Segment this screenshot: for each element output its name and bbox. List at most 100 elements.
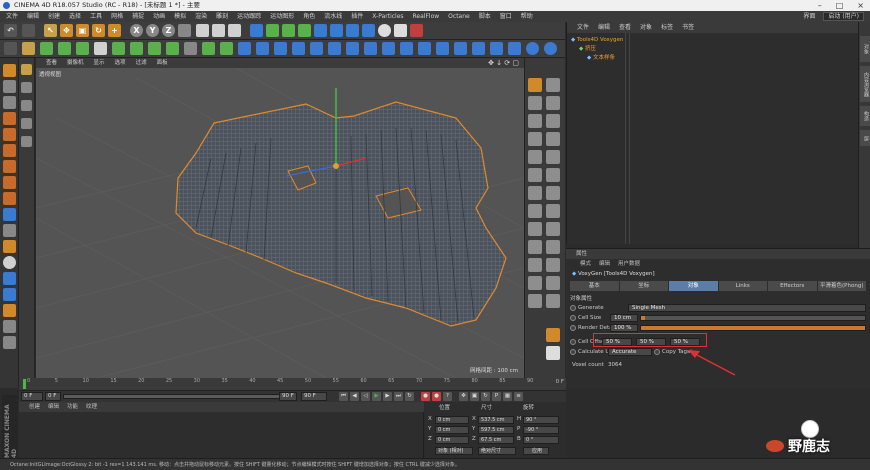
tool-slot-16[interactable] [546, 204, 560, 218]
shelf-icon-11[interactable] [184, 42, 197, 55]
calculate-uv-anim-dot[interactable] [570, 349, 576, 355]
loop-button[interactable]: ↻ [405, 392, 414, 401]
side-tab-objects[interactable]: 对象 [860, 36, 870, 62]
menu-animate[interactable]: 动画 [153, 11, 165, 22]
voxel-mesh[interactable] [175, 101, 507, 327]
transform-icon[interactable]: + [108, 24, 121, 37]
undo-icon[interactable]: ↶ [4, 24, 17, 37]
menu-create[interactable]: 创建 [48, 11, 60, 22]
menu-sculpt[interactable]: 雕刻 [216, 11, 228, 22]
shelf-icon-17[interactable] [292, 42, 305, 55]
lock-workplane-icon[interactable] [3, 272, 16, 285]
mat-menu-texture[interactable]: 纹理 [86, 402, 97, 412]
shelf-icon-19[interactable] [328, 42, 341, 55]
shelf-icon-14[interactable] [238, 42, 251, 55]
menu-window[interactable]: 窗口 [500, 11, 512, 22]
tab-basic[interactable]: 基本 [570, 281, 619, 291]
move-icon[interactable]: ✥ [60, 24, 73, 37]
brush-icon[interactable] [21, 82, 32, 93]
shelf-icon-2[interactable] [22, 42, 35, 55]
object-row-extrude[interactable]: ◆ 挤压 [579, 45, 596, 53]
attr-user-data[interactable]: 用户数据 [618, 259, 640, 269]
render-detail-field[interactable]: 100 % [610, 324, 638, 332]
viewport-menu-display[interactable]: 显示 [94, 58, 105, 68]
array-icon[interactable] [298, 24, 311, 37]
key-position-button[interactable]: ✥ [459, 392, 468, 401]
tab-links[interactable]: Links [718, 281, 767, 291]
copy-tags-anim-dot[interactable] [654, 349, 660, 355]
end-frame-field[interactable]: 90 F [301, 392, 327, 401]
auto-key-button[interactable]: ● [432, 392, 441, 401]
shelf-icon-16[interactable] [274, 42, 287, 55]
tool-slot-24[interactable] [546, 276, 560, 290]
shelf-icon-23[interactable] [400, 42, 413, 55]
maximize-button[interactable]: □ [836, 0, 844, 11]
key-rotation-button[interactable]: ↻ [481, 392, 490, 401]
shelf-icon-26[interactable] [454, 42, 467, 55]
om-menu-edit[interactable]: 编辑 [598, 22, 610, 33]
menu-help[interactable]: 帮助 [521, 11, 533, 22]
redo-icon[interactable] [22, 24, 35, 37]
subdivision-icon[interactable] [282, 24, 295, 37]
tool-slot-27[interactable] [546, 328, 560, 342]
shelf-icon-20[interactable] [346, 42, 359, 55]
realflow-icon[interactable] [410, 24, 423, 37]
render-picture-viewer-icon[interactable] [212, 24, 225, 37]
tool-slot-17[interactable] [528, 222, 542, 236]
tool-slot-3[interactable] [528, 96, 542, 110]
floor-icon[interactable] [362, 24, 375, 37]
tool-slot-13[interactable] [528, 186, 542, 200]
pen-spline-icon[interactable] [266, 24, 279, 37]
shelf-icon-12[interactable] [202, 42, 215, 55]
menu-mograph[interactable]: 运动图形 [270, 11, 294, 22]
solo-icon[interactable] [3, 256, 16, 269]
tool-slot-21[interactable] [528, 258, 542, 272]
key-scale-button[interactable]: ▣ [470, 392, 479, 401]
render-detail-anim-dot[interactable] [570, 325, 576, 331]
preview-range-slider[interactable] [63, 394, 293, 399]
om-menu-objects[interactable]: 对象 [640, 22, 652, 33]
play-backward-button[interactable]: ◁ [361, 392, 370, 401]
light-icon[interactable] [378, 24, 391, 37]
uv-mode-icon[interactable] [3, 192, 16, 205]
menu-xparticles[interactable]: X-Particles [372, 11, 403, 22]
timeline-ruler[interactable]: 0 5 10 15 20 25 30 35 40 45 50 55 60 65 70 75 80 85 90 0 F [19, 378, 566, 390]
menu-tools[interactable]: 工具 [90, 11, 102, 22]
octane-icon[interactable] [394, 24, 407, 37]
om-menu-bookmarks[interactable]: 书签 [682, 22, 694, 33]
axis-mode-icon[interactable] [3, 208, 16, 221]
shelf-icon-3[interactable] [40, 42, 53, 55]
environment-icon[interactable] [330, 24, 343, 37]
close-button[interactable]: × [857, 0, 864, 11]
tool-slot-23[interactable] [528, 276, 542, 290]
tool-slot-15[interactable] [528, 204, 542, 218]
tool-slot-25[interactable] [528, 294, 542, 308]
viewport-menu-panel[interactable]: 面板 [157, 58, 168, 68]
coord-size-select[interactable]: 绝对尺寸 [478, 447, 516, 455]
cell-size-anim-dot[interactable] [570, 315, 576, 321]
planar-workplane-icon[interactable] [3, 288, 16, 301]
shelf-icon-6[interactable] [94, 42, 107, 55]
coord-p-field[interactable]: -90 ° [523, 426, 559, 434]
coord-z-size-field[interactable]: 67.5 cm [478, 436, 514, 444]
preview-end-field[interactable]: 90 F [279, 392, 297, 401]
key-param-button[interactable]: P [492, 392, 501, 401]
tool-slot-22[interactable] [546, 258, 560, 272]
menu-motion-tracking[interactable]: 运动跟踪 [237, 11, 261, 22]
layout-dropdown[interactable]: 启动 (用户) [823, 12, 864, 21]
cell-offset-anim-dot[interactable] [570, 339, 576, 345]
gear-icon[interactable] [546, 346, 560, 360]
menu-octane[interactable]: Octane [448, 11, 470, 22]
menu-file[interactable]: 文件 [6, 11, 18, 22]
generate-dropdown[interactable]: Single Mesh [628, 304, 866, 312]
om-menu-file[interactable]: 文件 [577, 22, 589, 33]
shelf-icon-7[interactable] [112, 42, 125, 55]
tool-slot-9[interactable] [528, 150, 542, 164]
record-button[interactable]: ● [421, 392, 430, 401]
tab-effectors[interactable]: Effectors [768, 281, 817, 291]
x-axis-icon[interactable]: X [130, 24, 143, 37]
viewport-nav-icons[interactable]: ✥ ↓ ⟳ ▢ [488, 59, 519, 67]
shelf-icon-28[interactable] [490, 42, 503, 55]
menu-edit[interactable]: 编辑 [27, 11, 39, 22]
tool-slot-12[interactable] [546, 168, 560, 182]
